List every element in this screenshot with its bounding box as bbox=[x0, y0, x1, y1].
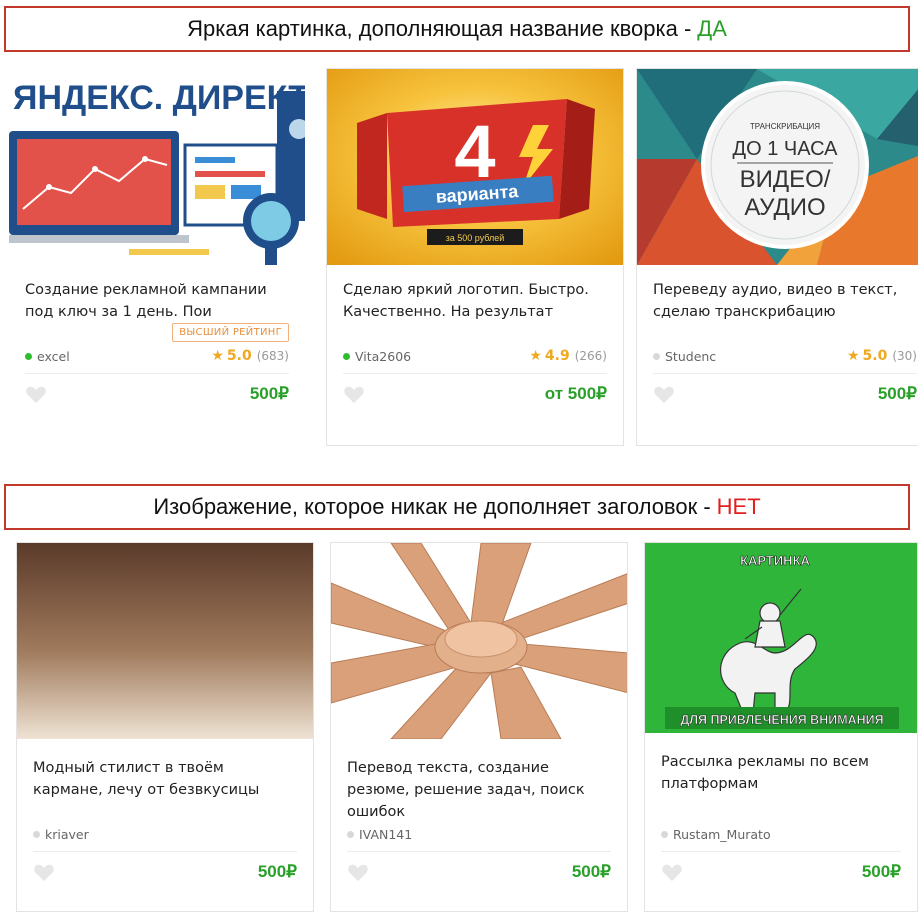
verdict-no-label: НЕТ bbox=[716, 494, 761, 519]
seller[interactable]: excel bbox=[25, 349, 70, 364]
offline-status-dot bbox=[347, 830, 354, 838]
rating-value: 5.0 bbox=[226, 348, 252, 364]
hands-together-photo bbox=[331, 543, 627, 739]
logo-variants-illustration: 4 варианта за 500 рублей bbox=[327, 69, 623, 265]
thumb-title-text: ЯНДЕКС. ДИРЕКТ bbox=[13, 79, 305, 117]
kwork-card[interactable]: ЯНДЕКС. ДИРЕКТ Создание рекламной кампан… bbox=[8, 68, 306, 446]
card-thumbnail[interactable] bbox=[17, 543, 313, 739]
rating-value: 4.9 bbox=[544, 348, 570, 364]
banner-text: Яркая картинка, дополняющая название кво… bbox=[187, 16, 692, 41]
card-thumbnail[interactable]: КАРТИНКА ДЛЯ ПРИВЛЕЧЕНИЯ ВНИМАНИЯ bbox=[645, 543, 917, 733]
rating: ★ 4.9 (266) bbox=[529, 348, 607, 364]
offline-status-dot bbox=[661, 830, 668, 838]
star-icon: ★ bbox=[211, 348, 224, 364]
top-rating-badge: ВЫСШИЙ РЕЙТИНГ bbox=[172, 323, 289, 342]
kwork-card[interactable]: 4 варианта за 500 рублей Сделаю яркий ло… bbox=[326, 68, 624, 446]
thumb-line-2: ВИДЕО/ bbox=[740, 166, 831, 193]
card-thumbnail[interactable]: ЯНДЕКС. ДИРЕКТ bbox=[9, 69, 305, 265]
star-icon: ★ bbox=[529, 348, 542, 364]
rating: ★ 5.0 (683) bbox=[211, 348, 289, 364]
online-status-dot bbox=[343, 352, 350, 360]
banner-text: Изображение, которое никак не дополняет … bbox=[153, 494, 711, 519]
rating-count: (683) bbox=[256, 349, 289, 363]
seller[interactable]: Studenc bbox=[653, 349, 716, 364]
seller[interactable]: Vita2606 bbox=[343, 349, 411, 364]
price: 500₽ bbox=[257, 862, 297, 881]
seller[interactable]: kriaver bbox=[33, 827, 89, 842]
card-title[interactable]: Сделаю яркий логотип. Быстро. Качественн… bbox=[343, 279, 607, 345]
seller-name[interactable]: kriaver bbox=[45, 827, 89, 842]
meme-top-text: КАРТИНКА bbox=[740, 553, 810, 568]
thumb-small-text: ТРАНСКРИБАЦИЯ bbox=[750, 122, 820, 131]
meme-bottom-text: ДЛЯ ПРИВЛЕЧЕНИЯ ВНИМАНИЯ bbox=[680, 713, 883, 727]
price: 500₽ bbox=[877, 384, 917, 403]
seller-name[interactable]: IVAN141 bbox=[359, 827, 412, 842]
kwork-card[interactable]: ТРАНСКРИБАЦИЯ ДО 1 ЧАСА ВИДЕО/ АУДИО Пер… bbox=[636, 68, 918, 446]
rating: ★ 5.0 (30) bbox=[847, 348, 917, 364]
price: 500₽ bbox=[861, 862, 901, 881]
heart-icon[interactable] bbox=[347, 862, 369, 882]
verdict-yes-label: ДА bbox=[697, 16, 727, 41]
online-status-dot bbox=[25, 352, 32, 360]
seller-name[interactable]: Studenc bbox=[665, 349, 716, 364]
card-thumbnail[interactable]: 4 варианта за 500 рублей bbox=[327, 69, 623, 265]
card-title[interactable]: Переведу аудио, видео в текст, сделаю тр… bbox=[653, 279, 917, 345]
price: 500₽ bbox=[249, 384, 289, 403]
heart-icon[interactable] bbox=[343, 384, 365, 404]
meme-dinosaur-image: КАРТИНКА ДЛЯ ПРИВЛЕЧЕНИЯ ВНИМАНИЯ bbox=[645, 543, 917, 733]
card-title[interactable]: Перевод текста, создание резюме, решение… bbox=[347, 757, 611, 823]
card-thumbnail[interactable]: ТРАНСКРИБАЦИЯ ДО 1 ЧАСА ВИДЕО/ АУДИО bbox=[637, 69, 918, 265]
thumb-line-1: ДО 1 ЧАСА bbox=[733, 138, 839, 160]
seller[interactable]: Rustam_Murato bbox=[661, 827, 771, 842]
card-title[interactable]: Рассылка рекламы по всем платформам bbox=[661, 751, 901, 817]
rating-count: (266) bbox=[574, 349, 607, 363]
banner-good-example: Яркая картинка, дополняющая название кво… bbox=[4, 6, 910, 52]
gradient-placeholder-image bbox=[17, 543, 313, 739]
rating-count: (30) bbox=[892, 349, 917, 363]
offline-status-dot bbox=[653, 352, 660, 360]
seller[interactable]: IVAN141 bbox=[347, 827, 412, 842]
seller-name[interactable]: excel bbox=[37, 349, 70, 364]
thumb-line-3: АУДИО bbox=[744, 194, 825, 221]
heart-icon[interactable] bbox=[661, 862, 683, 882]
heart-icon[interactable] bbox=[33, 862, 55, 882]
banner-bad-example: Изображение, которое никак не дополняет … bbox=[4, 484, 910, 530]
thumb-subcaption: за 500 рублей bbox=[446, 233, 505, 243]
offline-status-dot bbox=[33, 830, 40, 838]
card-thumbnail[interactable] bbox=[331, 543, 627, 739]
heart-icon[interactable] bbox=[25, 384, 47, 404]
rating-value: 5.0 bbox=[862, 348, 888, 364]
card-title[interactable]: Модный стилист в твоём кармане, лечу от … bbox=[33, 757, 297, 823]
seller-name[interactable]: Vita2606 bbox=[355, 349, 411, 364]
kwork-card[interactable]: Модный стилист в твоём кармане, лечу от … bbox=[16, 542, 314, 912]
seller-name[interactable]: Rustam_Murato bbox=[673, 827, 771, 842]
transcription-illustration: ТРАНСКРИБАЦИЯ ДО 1 ЧАСА ВИДЕО/ АУДИО bbox=[637, 69, 918, 265]
star-icon: ★ bbox=[846, 348, 860, 364]
price: от 500₽ bbox=[544, 384, 607, 403]
kwork-card[interactable]: Перевод текста, создание резюме, решение… bbox=[330, 542, 628, 912]
price: 500₽ bbox=[571, 862, 611, 881]
kwork-card[interactable]: КАРТИНКА ДЛЯ ПРИВЛЕЧЕНИЯ ВНИМАНИЯ Рассыл… bbox=[644, 542, 918, 912]
heart-icon[interactable] bbox=[653, 384, 675, 404]
yandex-direct-illustration: ЯНДЕКС. ДИРЕКТ bbox=[9, 69, 305, 265]
